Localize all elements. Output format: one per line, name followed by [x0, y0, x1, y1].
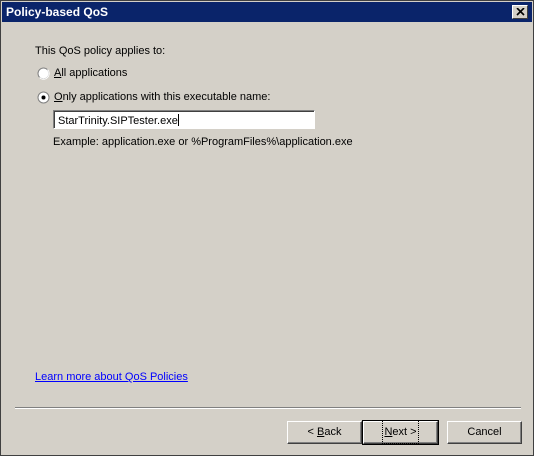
title-bar: Policy-based QoS: [2, 2, 532, 22]
learn-more-link[interactable]: Learn more about QoS Policies: [35, 371, 188, 383]
radio-only-applications-label[interactable]: Only applications with this executable n…: [54, 91, 270, 103]
radio-all-applications[interactable]: [37, 67, 50, 80]
radio-only-applications[interactable]: [37, 91, 50, 104]
next-button[interactable]: Next >: [362, 420, 439, 445]
text-caret: [177, 114, 179, 126]
dialog-window: Policy-based QoS This QoS policy applies…: [0, 0, 534, 456]
cancel-button[interactable]: Cancel: [447, 421, 522, 444]
back-button[interactable]: < Back: [287, 421, 362, 444]
close-button[interactable]: [512, 5, 528, 19]
window-title: Policy-based QoS: [6, 5, 109, 19]
applies-to-label: This QoS policy applies to:: [35, 45, 166, 57]
example-text: Example: application.exe or %ProgramFile…: [53, 136, 353, 148]
footer-separator: [15, 407, 521, 409]
radio-all-applications-label[interactable]: All applications: [54, 67, 127, 79]
executable-name-input[interactable]: StarTrinity.SIPTester.exe: [53, 110, 315, 129]
close-icon: [516, 8, 525, 16]
radio-selected-dot: [41, 95, 46, 100]
executable-name-value: StarTrinity.SIPTester.exe: [58, 115, 178, 127]
